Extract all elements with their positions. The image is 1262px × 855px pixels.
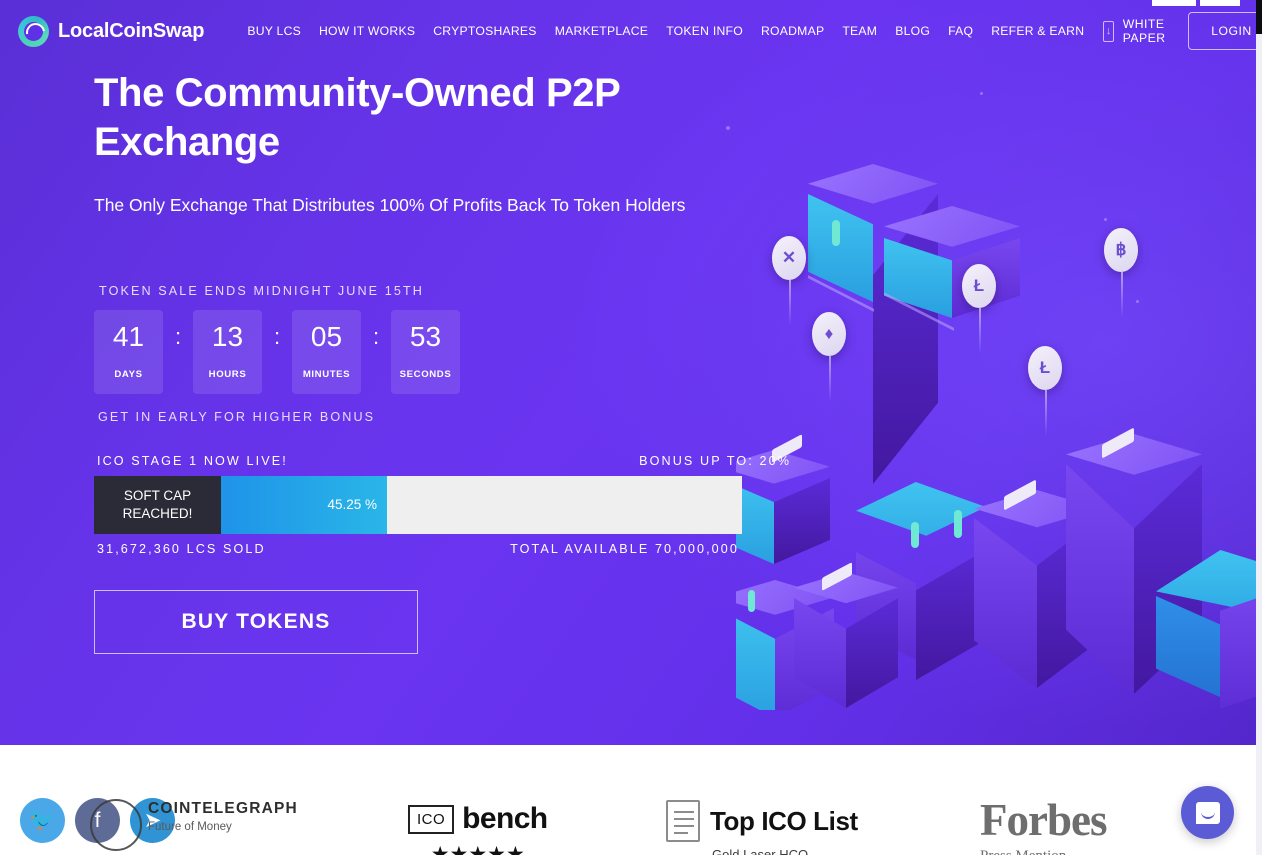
scrollbar-thumb[interactable] xyxy=(1256,0,1262,34)
progress-footer: 31,672,360 LCS SOLD TOTAL AVAILABLE 70,0… xyxy=(94,542,742,556)
countdown-seconds-label: SECONDS xyxy=(399,369,452,381)
countdown-separator: : xyxy=(174,323,182,349)
page-scrollbar[interactable] xyxy=(1256,0,1262,855)
icobench-rating-stars: ★★★★★ xyxy=(430,843,525,855)
cointelegraph-logo[interactable]: COINTELEGRAPH Future of Money xyxy=(148,800,298,833)
countdown-seconds: 53 SECONDS xyxy=(391,309,460,394)
nav-item-team[interactable]: TEAM xyxy=(833,18,886,44)
topicolist-logo[interactable]: Top ICO List Gold Laser HCO xyxy=(666,800,858,855)
brand-name: LocalCoinSwap xyxy=(58,19,205,42)
nav-item-marketplace[interactable]: MARKETPLACE xyxy=(546,18,658,44)
token-sale-progress-bar: SOFT CAP REACHED! 45.25 % xyxy=(94,475,742,534)
countdown-hours-label: HOURS xyxy=(208,369,247,381)
countdown-timer: 41 DAYS : 13 HOURS : 05 MINUTES : 53 SEC… xyxy=(94,309,794,394)
partners-strip: 🐦 f ➤ COINTELEGRAPH Future of Money ICO … xyxy=(0,745,1256,855)
ico-stage-label: ICO STAGE 1 NOW LIVE! xyxy=(97,453,288,468)
progress-percent-label: 45.25 % xyxy=(327,497,377,513)
total-available-label: TOTAL AVAILABLE 70,000,000 xyxy=(510,541,739,556)
ethereum-coin-icon: ♦ xyxy=(812,312,846,402)
nav-item-refer-and-earn[interactable]: REFER & EARN xyxy=(982,18,1093,44)
countdown-minutes: 05 MINUTES xyxy=(292,309,361,394)
litecoin-coin-icon-2: Ł xyxy=(1028,346,1062,436)
countdown-days: 41 DAYS xyxy=(94,309,163,394)
countdown-minutes-value: 05 xyxy=(310,321,343,353)
countdown-separator-3: : xyxy=(372,323,380,349)
main-navigation: LocalCoinSwap BUY LCS HOW IT WORKS CRYPT… xyxy=(0,0,1256,62)
page-subtitle: The Only Exchange That Distributes 100% … xyxy=(94,194,686,215)
countdown-separator-2: : xyxy=(273,323,281,349)
icobench-word: bench xyxy=(462,802,548,835)
twitter-icon[interactable]: 🐦 xyxy=(20,798,65,843)
chat-bubble-glyph xyxy=(1195,801,1220,824)
countdown-hours: 13 HOURS xyxy=(193,309,262,394)
nav-actions: WHITE PAPER LOGIN xyxy=(1093,11,1256,51)
litecoin-coin-icon: Ł xyxy=(962,264,996,354)
bonus-label: BONUS UP TO: 20% xyxy=(639,453,791,468)
icobench-badge: ICO xyxy=(408,804,455,834)
forbes-logo[interactable]: Forbes Press Mention xyxy=(980,795,1107,855)
nav-links: BUY LCS HOW IT WORKS CRYPTOSHARES MARKET… xyxy=(238,18,1093,44)
hero-section: ✕ ♦ Ł Ł ฿ LocalCoinSwap BUY LCS HOW IT W… xyxy=(0,0,1256,745)
buy-tokens-button[interactable]: BUY TOKENS xyxy=(94,589,418,654)
countdown-days-value: 41 xyxy=(112,321,145,353)
nav-item-blog[interactable]: BLOG xyxy=(886,18,939,44)
soft-cap-badge: SOFT CAP REACHED! xyxy=(94,475,221,534)
countdown-minutes-label: MINUTES xyxy=(302,369,351,381)
page-root: ✕ ♦ Ł Ł ฿ LocalCoinSwap BUY LCS HOW IT W… xyxy=(0,0,1262,855)
bitcoin-coin-icon: ฿ xyxy=(1104,228,1138,318)
countdown-footer: GET IN EARLY FOR HIGHER BONUS xyxy=(98,409,376,424)
icobench-logo[interactable]: ICO bench ★★★★★ xyxy=(408,802,548,855)
hero-illustration: ✕ ♦ Ł Ł ฿ xyxy=(736,150,1256,710)
decorative-dot xyxy=(980,92,983,95)
localcoinswap-swap-icon xyxy=(18,15,49,47)
document-icon xyxy=(666,800,700,842)
topicolist-sub: Gold Laser HCO xyxy=(712,847,809,855)
forbes-word: Forbes xyxy=(980,795,1107,845)
browser-chrome-stub xyxy=(1152,0,1196,6)
soft-cap-line-2: REACHED! xyxy=(122,505,193,521)
countdown-hours-value: 13 xyxy=(211,321,244,353)
login-button[interactable]: LOGIN xyxy=(1188,12,1256,50)
nav-item-faq[interactable]: FAQ xyxy=(939,18,982,44)
countdown-heading: TOKEN SALE ENDS MIDNIGHT JUNE 15TH xyxy=(99,283,424,298)
document-download-icon xyxy=(1103,20,1114,42)
nav-item-how-it-works[interactable]: HOW IT WORKS xyxy=(310,18,424,44)
cointelegraph-tagline: Future of Money xyxy=(148,821,232,833)
intercom-chat-icon[interactable] xyxy=(1181,786,1234,839)
white-paper-link[interactable]: WHITE PAPER xyxy=(1093,11,1182,51)
hero-content: The Community-Owned P2P Exchange The Onl… xyxy=(94,62,794,654)
nav-item-buy-lcs[interactable]: BUY LCS xyxy=(238,18,310,44)
brand-logo[interactable]: LocalCoinSwap xyxy=(18,15,205,47)
browser-chrome-stub-2 xyxy=(1200,0,1240,6)
topicolist-word: Top ICO List xyxy=(710,805,858,836)
countdown-seconds-value: 53 xyxy=(409,321,442,353)
countdown-days-label: DAYS xyxy=(114,369,143,381)
progress-header: ICO STAGE 1 NOW LIVE! BONUS UP TO: 20% xyxy=(94,454,794,468)
tokens-sold-label: 31,672,360 LCS SOLD xyxy=(97,541,266,556)
white-paper-label: WHITE PAPER xyxy=(1122,17,1166,45)
nav-item-token-info[interactable]: TOKEN INFO xyxy=(657,18,752,44)
page-title: The Community-Owned P2P Exchange xyxy=(94,71,620,164)
cointelegraph-bird-icon xyxy=(90,799,142,851)
nav-item-roadmap[interactable]: ROADMAP xyxy=(752,18,833,44)
forbes-sub: Press Mention xyxy=(980,848,1106,855)
soft-cap-line-1: SOFT CAP xyxy=(123,488,192,504)
progress-fill: 45.25 % xyxy=(221,475,387,534)
nav-item-cryptoshares[interactable]: CRYPTOSHARES xyxy=(424,18,545,44)
cointelegraph-name: COINTELEGRAPH xyxy=(148,800,298,817)
